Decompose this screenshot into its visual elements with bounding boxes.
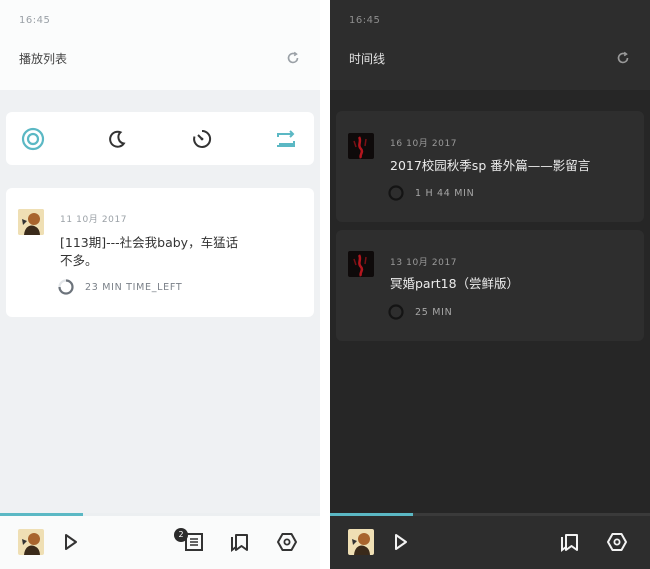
bookmark-stack-icon[interactable] [227, 529, 253, 555]
playback-progress-bar[interactable] [0, 513, 320, 516]
episode-date: 11 10月 2017 [60, 215, 128, 225]
top-app-bar: 16:45 时间线 [330, 0, 650, 90]
status-time: 16:45 [349, 15, 381, 26]
bookmark-stack-icon[interactable] [557, 529, 583, 555]
playback-progress-fill [0, 513, 84, 516]
timeline-screen: 16:45 时间线 16 10月 2017 2017校园秋季sp 番外篇——影留… [330, 0, 650, 569]
playlist-screen: 16:45 播放列表 11 10月 2017 [113期]---社会我baby，… [0, 0, 320, 569]
episode-duration: 23 MIN TIME_LEFT [85, 282, 183, 293]
page-title: 时间线 [349, 52, 386, 66]
mini-player: 2 [0, 513, 320, 569]
playback-mode-bar [6, 112, 314, 165]
play-icon[interactable] [58, 529, 84, 555]
repeat-icon[interactable] [273, 126, 299, 152]
timer-icon[interactable] [189, 126, 215, 152]
duration-circle-icon [388, 304, 404, 320]
mini-player [330, 513, 650, 569]
settings-hexagon-icon[interactable] [274, 529, 300, 555]
episode-date: 13 10月 2017 [390, 258, 458, 268]
episode-cover [18, 209, 44, 235]
timeline-item[interactable]: 13 10月 2017 冥婚part18（尝鲜版） 25 MIN [336, 230, 644, 341]
moon-icon[interactable] [104, 126, 130, 152]
episode-cover [348, 133, 374, 159]
episode-duration: 1 H 44 MIN [415, 188, 475, 199]
duration-circle-icon [388, 185, 404, 201]
episode-title: 2017校园秋季sp 番外篇——影留言 [390, 158, 591, 173]
refresh-icon[interactable] [286, 51, 300, 65]
page-title: 播放列表 [19, 52, 68, 66]
episode-title: 冥婚part18（尝鲜版） [390, 276, 520, 291]
timeline-item[interactable]: 16 10月 2017 2017校园秋季sp 番外篇——影留言 1 H 44 M… [336, 111, 644, 222]
status-time: 16:45 [19, 15, 51, 26]
playback-progress-bar[interactable] [330, 513, 650, 516]
queue-count-badge: 2 [174, 528, 188, 542]
playlist-item[interactable]: 11 10月 2017 [113期]---社会我baby，车猛话 不多。 23 … [6, 188, 314, 317]
episode-title-line-1: [113期]---社会我baby，车猛话 [60, 235, 239, 250]
now-playing-cover[interactable] [18, 529, 44, 555]
episode-date: 16 10月 2017 [390, 139, 458, 149]
play-icon[interactable] [388, 529, 414, 555]
target-icon[interactable] [20, 126, 46, 152]
episode-title-line-2: 不多。 [60, 253, 98, 268]
refresh-icon[interactable] [616, 51, 630, 65]
time-left-progress-icon [58, 279, 74, 295]
settings-hexagon-icon[interactable] [604, 529, 630, 555]
episode-cover [348, 251, 374, 277]
episode-title: [113期]---社会我baby，车猛话 不多。 [60, 234, 260, 270]
top-app-bar: 16:45 播放列表 [0, 0, 320, 90]
now-playing-cover[interactable] [348, 529, 374, 555]
playback-progress-fill [330, 513, 414, 516]
episode-duration: 25 MIN [415, 307, 453, 318]
